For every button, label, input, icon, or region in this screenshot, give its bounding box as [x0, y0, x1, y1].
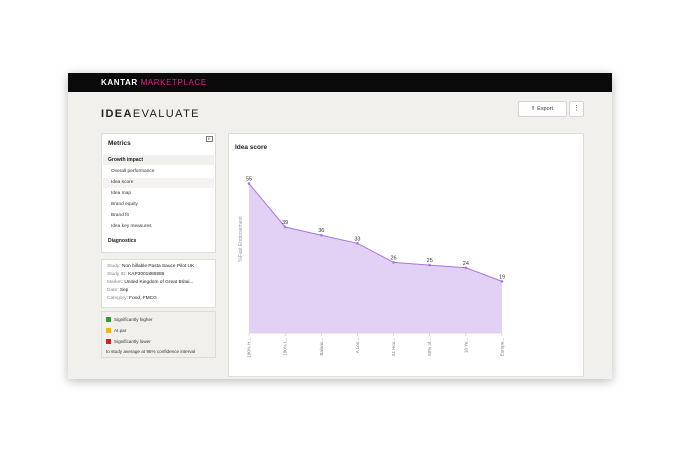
market-key: Market: — [107, 280, 123, 285]
date-value: Sep — [119, 288, 129, 293]
study-id-row: Study ID: KAP3001886989 — [107, 272, 164, 277]
study-id-value: KAP3001886989 — [128, 272, 165, 277]
x-tick-label: A Loo... — [355, 338, 360, 353]
export-label: Export — [537, 106, 553, 112]
study-id-key: Study ID: — [107, 272, 127, 277]
export-button[interactable]: ⭱ Export — [518, 101, 567, 117]
study-value: Non billable Pasta Sauce Pilot UK — [121, 264, 195, 269]
more-options-button[interactable]: ⋮ — [569, 101, 584, 117]
legend-label: At par — [114, 328, 127, 333]
app-window: KANTAR MARKETPLACE IDEAEVALUATE ⭱ Export … — [68, 73, 612, 379]
data-label: 24 — [463, 261, 469, 267]
study-row: Study: Non billable Pasta Sauce Pilot UK — [107, 264, 194, 269]
collapse-panel-icon[interactable]: ⇤ — [206, 136, 213, 142]
red-square-icon — [106, 339, 111, 344]
x-tick-label: 100% I... — [283, 338, 288, 356]
significance-legend: Significantly higher At par Significantl… — [101, 311, 216, 358]
metric-item-brand-fit[interactable]: Brand fit — [111, 213, 129, 218]
product-logo: IDEAEVALUATE — [101, 108, 200, 120]
category-key: Category: — [107, 296, 128, 301]
data-point — [428, 263, 432, 267]
data-point — [500, 280, 504, 283]
category-row: Category: Food, FMCG — [107, 296, 157, 301]
date-row: Date: Sep — [107, 288, 128, 293]
data-point — [356, 242, 359, 245]
data-label: 26 — [391, 255, 397, 261]
top-bar: KANTAR MARKETPLACE — [68, 73, 612, 92]
data-point — [247, 182, 251, 185]
x-tick-label: Balanc... — [319, 338, 324, 356]
x-tick-label: 10 Ye... — [463, 338, 468, 353]
amber-square-icon — [106, 328, 111, 333]
study-info-panel: Study: Non billable Pasta Sauce Pilot UK… — [101, 259, 216, 308]
data-point — [392, 261, 395, 264]
idea-score-chart: 55 100% H... 39 100% I... 36 Balanc... 33 A Loo… — [238, 177, 505, 358]
green-square-icon — [106, 317, 111, 322]
metric-item-idea-score[interactable]: Idea score — [111, 180, 133, 185]
metric-item-idea-map[interactable]: Idea map — [111, 191, 131, 196]
market-value: United Kingdom of Great Britai... — [124, 280, 194, 285]
chart-card: Idea score 55 100% H... 39 100% I... 36 Balan… — [228, 133, 584, 377]
metric-item-overall-performance[interactable]: Overall performance — [111, 169, 154, 174]
data-label: 19 — [499, 274, 505, 280]
x-tick-label: 50% of... — [427, 338, 432, 356]
more-vertical-icon: ⋮ — [573, 105, 580, 112]
upload-icon: ⭱ — [531, 106, 535, 112]
data-label: 55 — [246, 177, 252, 183]
data-point — [464, 266, 468, 270]
metric-item-brand-equity[interactable]: Brand equity — [111, 202, 138, 207]
area-fill — [249, 183, 502, 333]
section-diagnostics[interactable]: Diagnostics — [108, 238, 136, 244]
category-value: Food, FMCG — [129, 296, 157, 301]
metrics-title: Metrics — [108, 140, 131, 147]
x-tick-label: Europe... — [500, 338, 505, 356]
data-label: 25 — [427, 258, 433, 264]
x-tick-label: 24 Hou... — [391, 338, 396, 356]
product-logo-light: EVALUATE — [132, 108, 200, 120]
product-logo-bold: IDEA — [101, 108, 133, 120]
section-growth-impact[interactable]: Growth impact — [108, 157, 143, 163]
study-key: Study: — [107, 264, 121, 269]
metrics-panel: ⇤ Metrics Growth impact Overall performa… — [101, 133, 216, 253]
date-key: Date: — [107, 288, 119, 293]
legend-item-higher: Significantly higher — [106, 317, 153, 322]
market-row: Market: United Kingdom of Great Britai..… — [107, 280, 193, 285]
data-point — [283, 225, 287, 229]
legend-label: Significantly higher — [114, 317, 153, 322]
brand-logo[interactable]: KANTAR MARKETPLACE — [101, 78, 207, 87]
data-label: 36 — [318, 228, 324, 234]
brand-primary: KANTAR — [101, 78, 138, 87]
data-label: 33 — [354, 236, 360, 242]
legend-item-lower: Significantly lower — [106, 339, 151, 344]
x-tick-label: 100% H... — [247, 338, 252, 358]
data-label: 39 — [282, 220, 288, 226]
brand-secondary: MARKETPLACE — [140, 78, 207, 87]
metric-item-idea-key-measures[interactable]: Idea key measures — [111, 224, 152, 229]
legend-footnote: to study average at 95% confidence inter… — [106, 349, 196, 354]
data-point — [319, 233, 323, 237]
legend-item-at-par: At par — [106, 328, 126, 333]
legend-label: Significantly lower — [114, 339, 151, 344]
y-axis-label: %Fast Endorsement — [238, 216, 244, 262]
